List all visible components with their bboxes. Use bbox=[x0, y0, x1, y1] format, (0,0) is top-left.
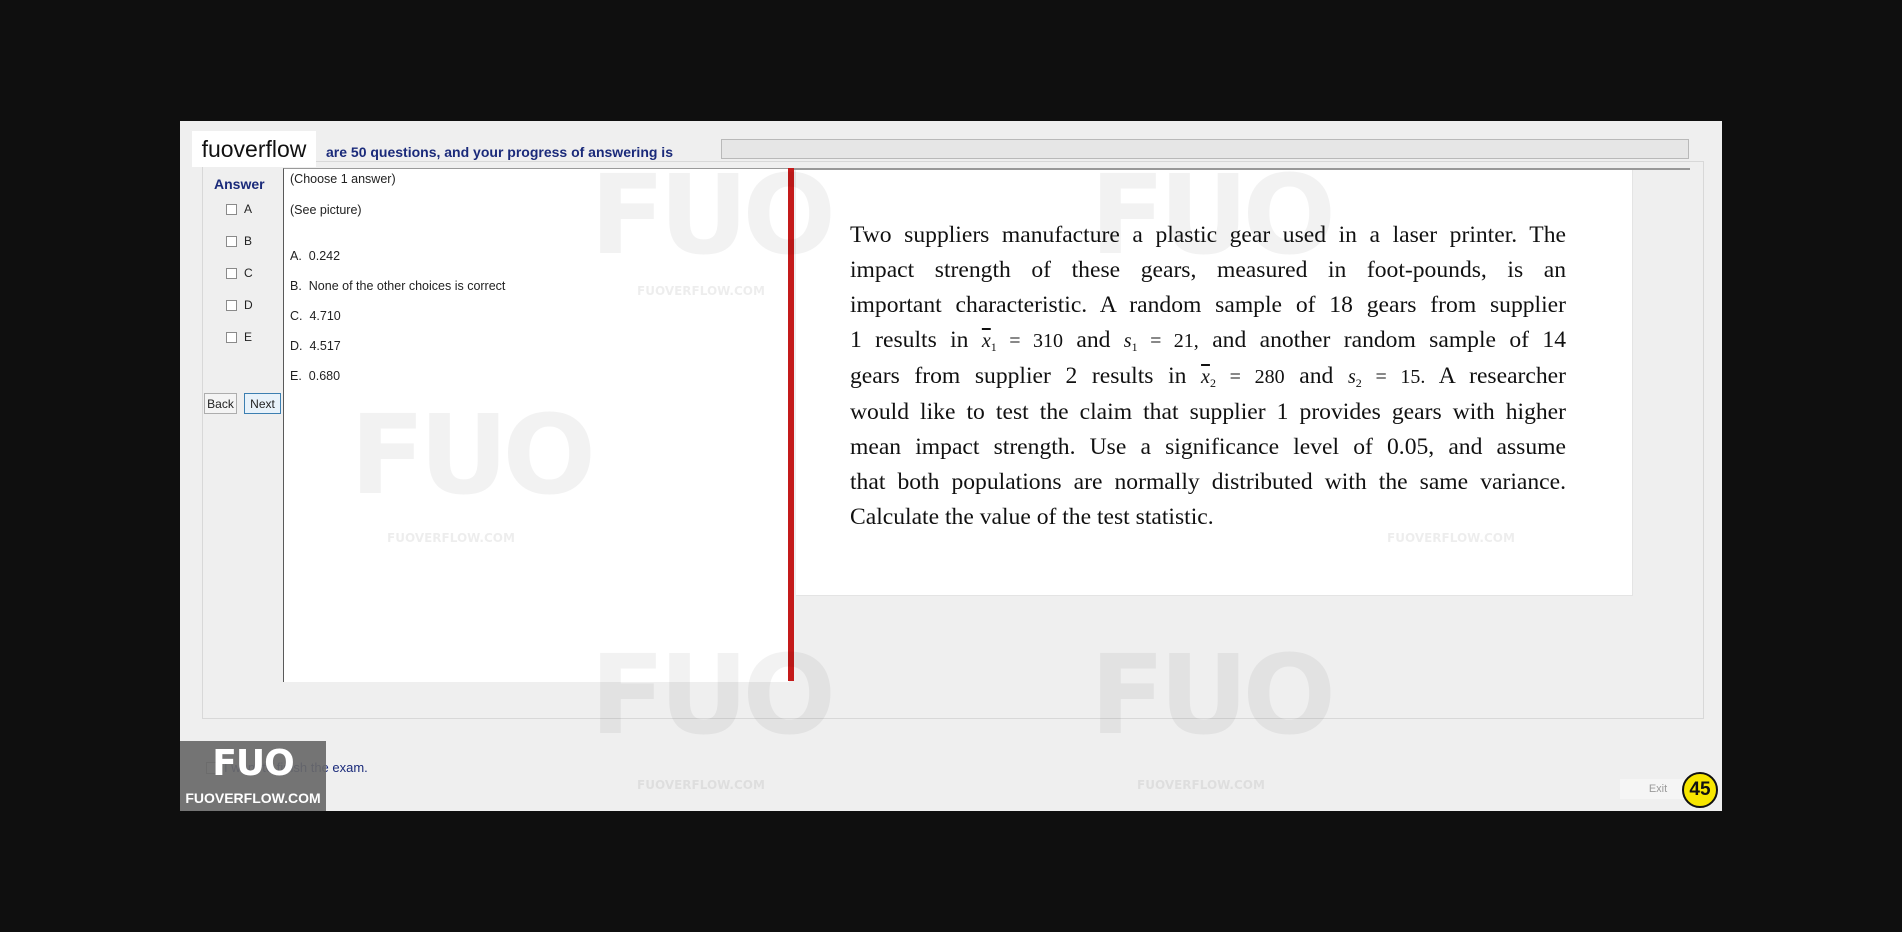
sample-mean-1: x1 = 310 bbox=[981, 330, 1063, 353]
choice-text: 0.680 bbox=[308, 369, 341, 383]
choice-a: A. 0.242 bbox=[290, 249, 340, 263]
problem-line: important characteristic. A random sampl… bbox=[850, 292, 1566, 318]
problem-line: that both populations are normally distr… bbox=[850, 469, 1566, 495]
problem-line-math-2: gears from supplier 2 results in x2 = 28… bbox=[850, 359, 1566, 395]
problem-fragment: 1 results in bbox=[850, 327, 969, 353]
brand-name: fuoverflow bbox=[201, 135, 307, 162]
math-value: = 310 bbox=[996, 330, 1063, 352]
problem-fragment: and bbox=[1299, 363, 1334, 389]
problem-fragment: gears from supplier 2 results in bbox=[850, 363, 1187, 389]
sample-sd-1: s1 = 21, bbox=[1123, 330, 1199, 353]
sample-mean-2: x2 = 280 bbox=[1201, 366, 1285, 389]
answer-option-label: D bbox=[244, 298, 253, 312]
s-symbol: s bbox=[1347, 366, 1356, 388]
choice-d: D. 4.517 bbox=[290, 339, 341, 353]
question-image: Two suppliers manufacture a plastic gear… bbox=[796, 170, 1633, 596]
choice-letter: E. bbox=[290, 369, 302, 383]
answer-option-d[interactable]: D bbox=[226, 298, 253, 312]
choice-letter: C. bbox=[290, 309, 303, 323]
problem-line: impact strength of these gears, measured… bbox=[850, 257, 1566, 283]
checkbox-c[interactable] bbox=[226, 267, 237, 279]
timer-badge: 45 bbox=[1682, 772, 1718, 808]
fuoverflow-badge: FUO FUOVERFLOW.COM bbox=[180, 741, 326, 811]
choice-text: 4.517 bbox=[309, 339, 341, 353]
badge-logo-mark: FUO bbox=[212, 743, 294, 784]
badge-logo-text: FUOVERFLOW.COM bbox=[185, 790, 321, 806]
answer-option-label: E bbox=[244, 330, 253, 344]
back-button[interactable]: Back bbox=[204, 393, 237, 414]
choice-letter: B. bbox=[290, 279, 302, 293]
progress-label: are 50 questions, and your progress of a… bbox=[326, 144, 673, 160]
answer-option-label: C bbox=[244, 266, 253, 280]
x-bar-symbol: x bbox=[981, 330, 991, 352]
sample-sd-2: s2 = 15. bbox=[1347, 366, 1426, 389]
problem-line: would like to test the claim that suppli… bbox=[850, 399, 1566, 425]
problem-line: mean impact strength. Use a significance… bbox=[850, 434, 1566, 460]
problem-fragment: and another random sample of 14 bbox=[1212, 327, 1566, 353]
problem-line: Calculate the value of the test statisti… bbox=[850, 504, 1214, 530]
choice-e: E. 0.680 bbox=[290, 369, 340, 383]
answer-option-b[interactable]: B bbox=[226, 234, 252, 248]
choice-text: 0.242 bbox=[308, 249, 341, 263]
watermark-text: FUOVERFLOW.COM bbox=[637, 778, 765, 792]
answer-option-c[interactable]: C bbox=[226, 266, 253, 280]
math-value: = 15. bbox=[1361, 366, 1426, 388]
exam-window: fuoverflow are 50 questions, and your pr… bbox=[180, 121, 1722, 811]
choice-letter: D. bbox=[290, 339, 303, 353]
watermark-text: FUOVERFLOW.COM bbox=[1137, 778, 1265, 792]
picture-panel: Two suppliers manufacture a plastic gear… bbox=[794, 168, 1690, 681]
problem-fragment: A researcher bbox=[1438, 363, 1567, 389]
brand-logo: fuoverflow bbox=[192, 131, 316, 167]
checkbox-a[interactable] bbox=[226, 203, 237, 215]
problem-fragment: and bbox=[1076, 327, 1111, 353]
answer-title: Answer bbox=[214, 176, 265, 192]
problem-line: Two suppliers manufacture a plastic gear… bbox=[850, 222, 1566, 248]
x-bar-symbol: x bbox=[1201, 366, 1210, 388]
see-picture-note: (See picture) bbox=[290, 203, 362, 217]
math-value: = 280 bbox=[1215, 366, 1285, 388]
choice-text: None of the other choices is correct bbox=[308, 279, 506, 293]
choice-text: 4.710 bbox=[309, 309, 341, 323]
answer-option-label: B bbox=[244, 234, 253, 248]
checkbox-b[interactable] bbox=[226, 235, 237, 247]
problem-line-math-1: 1 results in x1 = 310 and s1 = 21, and a… bbox=[850, 323, 1566, 359]
checkbox-e[interactable] bbox=[226, 331, 237, 343]
s-symbol: s bbox=[1123, 330, 1132, 352]
answer-option-e[interactable]: E bbox=[226, 330, 252, 344]
progress-bar bbox=[721, 139, 1689, 159]
problem-text: Two suppliers manufacture a plastic gear… bbox=[850, 218, 1566, 535]
next-button[interactable]: Next bbox=[244, 393, 281, 414]
checkbox-d[interactable] bbox=[226, 299, 237, 311]
choice-b: B. None of the other choices is correct bbox=[290, 279, 505, 293]
choice-c: C. 4.710 bbox=[290, 309, 341, 323]
question-panel: (Choose 1 answer) (See picture) A. 0.242… bbox=[283, 168, 789, 682]
answer-option-a[interactable]: A bbox=[226, 202, 252, 216]
question-instruction: (Choose 1 answer) bbox=[290, 172, 396, 186]
answer-option-label: A bbox=[244, 202, 253, 216]
math-value: = 21, bbox=[1137, 330, 1199, 352]
choice-letter: A. bbox=[290, 249, 302, 263]
